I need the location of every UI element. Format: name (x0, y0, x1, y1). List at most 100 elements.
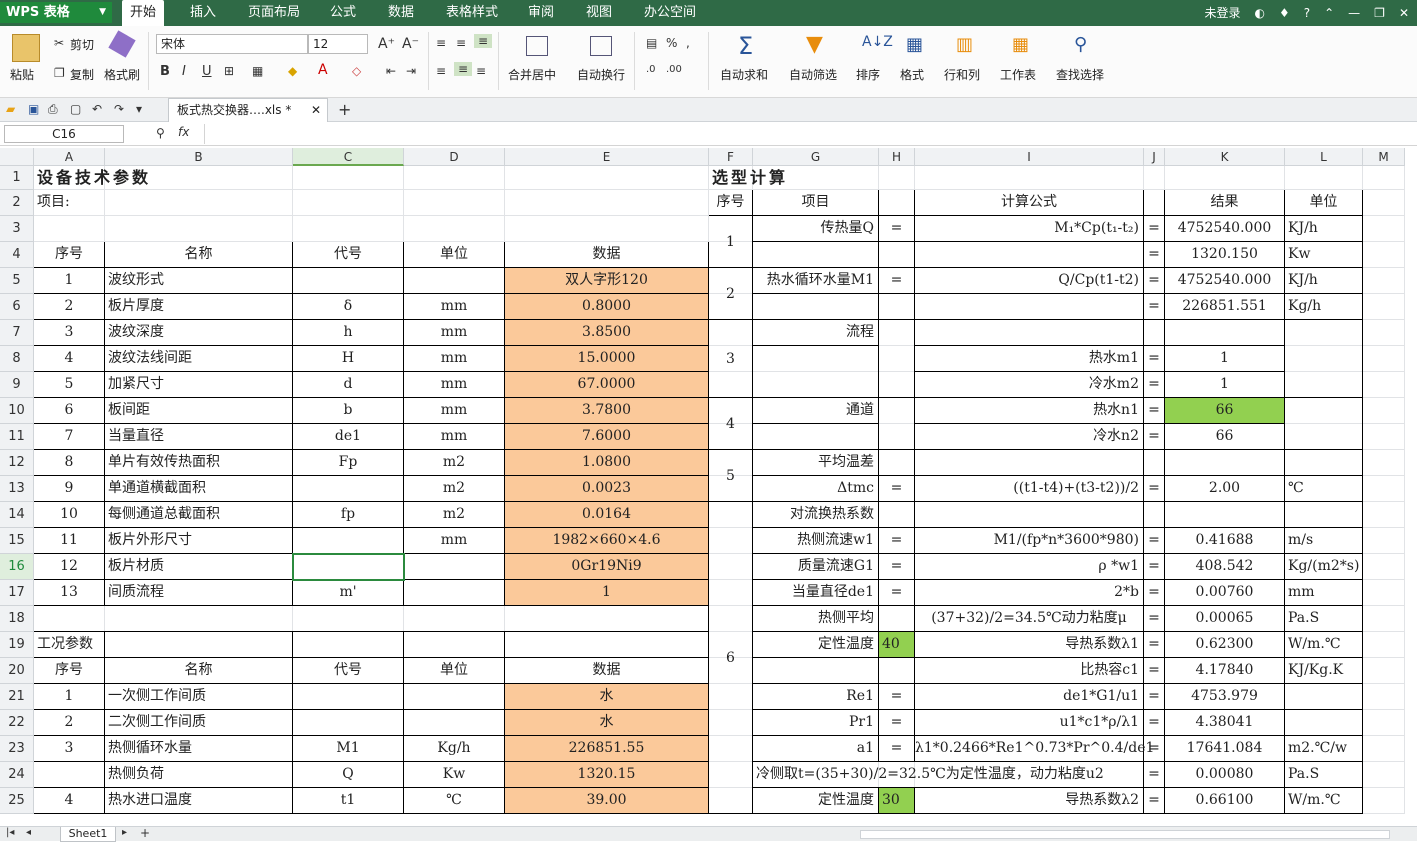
tab-insert[interactable]: 插入 (190, 0, 216, 26)
calc-result[interactable]: 17641.084 (1165, 736, 1285, 762)
row-header-13[interactable]: 13 (0, 476, 34, 502)
autosum-button[interactable]: 自动求和 (720, 66, 768, 83)
calc-result[interactable]: 1320.150 (1165, 242, 1285, 268)
left-item-value[interactable]: 3.7800 (505, 398, 709, 424)
calc-formula[interactable]: 热水n1 (915, 398, 1144, 424)
calc-item[interactable]: 冷侧取t=(35+30)/2=32.5℃为定性温度，动力粘度u2 (753, 762, 1144, 788)
indent-icon[interactable]: ⇥ (406, 64, 416, 78)
left-item-field[interactable]: mm (404, 346, 505, 372)
blank[interactable] (1165, 450, 1285, 476)
italic-icon[interactable]: I (182, 64, 186, 79)
left-item-name[interactable]: 板片外形尺寸 (105, 528, 293, 554)
font-name-select[interactable]: 宋体 (156, 34, 308, 54)
close-tab-icon[interactable]: ✕ (311, 99, 321, 121)
eq[interactable]: = (1144, 294, 1165, 320)
right-header[interactable]: 单位 (1285, 190, 1363, 216)
work-header[interactable]: 数据 (505, 658, 709, 684)
comma-icon[interactable]: , (686, 36, 690, 50)
calc-unit[interactable]: W/m.℃ (1285, 788, 1363, 814)
empty-cell[interactable] (404, 632, 505, 658)
row-header-12[interactable]: 12 (0, 450, 34, 476)
blank[interactable] (879, 450, 915, 476)
tab-formula[interactable]: 公式 (330, 0, 356, 26)
blank[interactable] (879, 502, 915, 528)
row-header-20[interactable]: 20 (0, 658, 34, 684)
eq[interactable]: = (1144, 606, 1165, 632)
grid-cell[interactable] (1363, 166, 1405, 190)
eq[interactable]: = (1144, 242, 1165, 268)
grid-cell[interactable] (1363, 216, 1405, 242)
left-item-field[interactable] (404, 268, 505, 294)
calc-result[interactable]: 4752540.000 (1165, 268, 1285, 294)
align-right-icon[interactable]: ≡ (476, 64, 486, 78)
wrap-text-button[interactable]: 自动换行 (577, 66, 625, 83)
calc-unit[interactable]: m/s (1285, 528, 1363, 554)
right-header[interactable]: 计算公式 (915, 190, 1144, 216)
blank[interactable] (879, 606, 915, 632)
grid-cell[interactable] (1363, 528, 1405, 554)
worksheet-button[interactable]: 工作表 (1000, 66, 1036, 83)
left-item-field[interactable]: 11 (34, 528, 105, 554)
calc-formula[interactable]: 导热系数λ1 (915, 632, 1144, 658)
blank[interactable] (915, 320, 1144, 346)
work-header[interactable]: 代号 (293, 658, 404, 684)
calc-result[interactable]: 0.00760 (1165, 580, 1285, 606)
align-top-icon[interactable]: ≡ (436, 36, 446, 50)
project-label[interactable]: 项目: (34, 190, 709, 216)
grid-cell[interactable] (1363, 476, 1405, 502)
left-item-field[interactable]: mm (404, 320, 505, 346)
calc-formula[interactable]: 导热系数λ2 (915, 788, 1144, 814)
eq[interactable]: = (879, 736, 915, 762)
decrease-font-icon[interactable]: A⁻ (402, 36, 419, 52)
blank[interactable] (1144, 502, 1165, 528)
left-item-name[interactable]: 波纹法线间距 (105, 346, 293, 372)
right-header[interactable]: 项目 (753, 190, 879, 216)
eq[interactable]: = (879, 528, 915, 554)
eq[interactable]: = (1144, 424, 1165, 450)
underline-icon[interactable]: U (202, 64, 212, 79)
work-item[interactable]: 热侧循环水量 (105, 736, 293, 762)
eq[interactable]: = (879, 268, 915, 294)
eq[interactable]: = (1144, 762, 1165, 788)
blank[interactable] (1144, 450, 1165, 476)
work-item[interactable]: 3 (34, 736, 105, 762)
eq[interactable]: = (1144, 632, 1165, 658)
left-item-field[interactable]: mm (404, 294, 505, 320)
row-header-7[interactable]: 7 (0, 320, 34, 346)
calc-item[interactable]: 定性温度 (753, 788, 879, 814)
blank[interactable] (879, 294, 915, 320)
work-item[interactable] (293, 710, 404, 736)
left-header[interactable]: 名称 (105, 242, 293, 268)
row-header-6[interactable]: 6 (0, 294, 34, 320)
calc-formula[interactable]: 比热容c1 (915, 658, 1144, 684)
left-item-field[interactable]: 4 (34, 346, 105, 372)
eq[interactable]: = (879, 476, 915, 502)
chevron-down-icon[interactable]: ▾ (136, 102, 142, 116)
grid-cell[interactable] (1363, 580, 1405, 606)
left-item-field[interactable]: 7 (34, 424, 105, 450)
grid-cell[interactable] (1363, 684, 1405, 710)
eq[interactable]: = (1144, 658, 1165, 684)
work-item[interactable]: 水 (505, 684, 709, 710)
grid-cell[interactable] (293, 216, 404, 242)
left-item-value[interactable]: 1 (505, 580, 709, 606)
cut-button[interactable]: 剪切 (70, 36, 94, 53)
grid-cell[interactable] (1363, 502, 1405, 528)
calc-result[interactable]: 2.00 (1165, 476, 1285, 502)
increase-decimal-icon[interactable]: .0 (646, 64, 656, 75)
tab-page-layout[interactable]: 页面布局 (248, 0, 300, 26)
eq[interactable]: = (1144, 268, 1165, 294)
eq[interactable]: = (879, 710, 915, 736)
column-header-c[interactable]: C (293, 148, 404, 166)
tab-table-style[interactable]: 表格样式 (446, 0, 498, 26)
left-item-value[interactable]: 0.0164 (505, 502, 709, 528)
calc-item[interactable]: 定性温度 (753, 632, 879, 658)
calc-formula[interactable]: ((t1-t4)+(t3-t2))/2 (915, 476, 1144, 502)
name-box[interactable]: C16 (4, 125, 124, 143)
blank[interactable] (915, 242, 1144, 268)
percent-icon[interactable]: % (666, 36, 677, 50)
blank[interactable] (1165, 320, 1285, 346)
calc-formula[interactable]: M1/(fp*n*3600*980) (915, 528, 1144, 554)
column-header-j[interactable]: J (1144, 148, 1165, 166)
work-item[interactable] (404, 684, 505, 710)
